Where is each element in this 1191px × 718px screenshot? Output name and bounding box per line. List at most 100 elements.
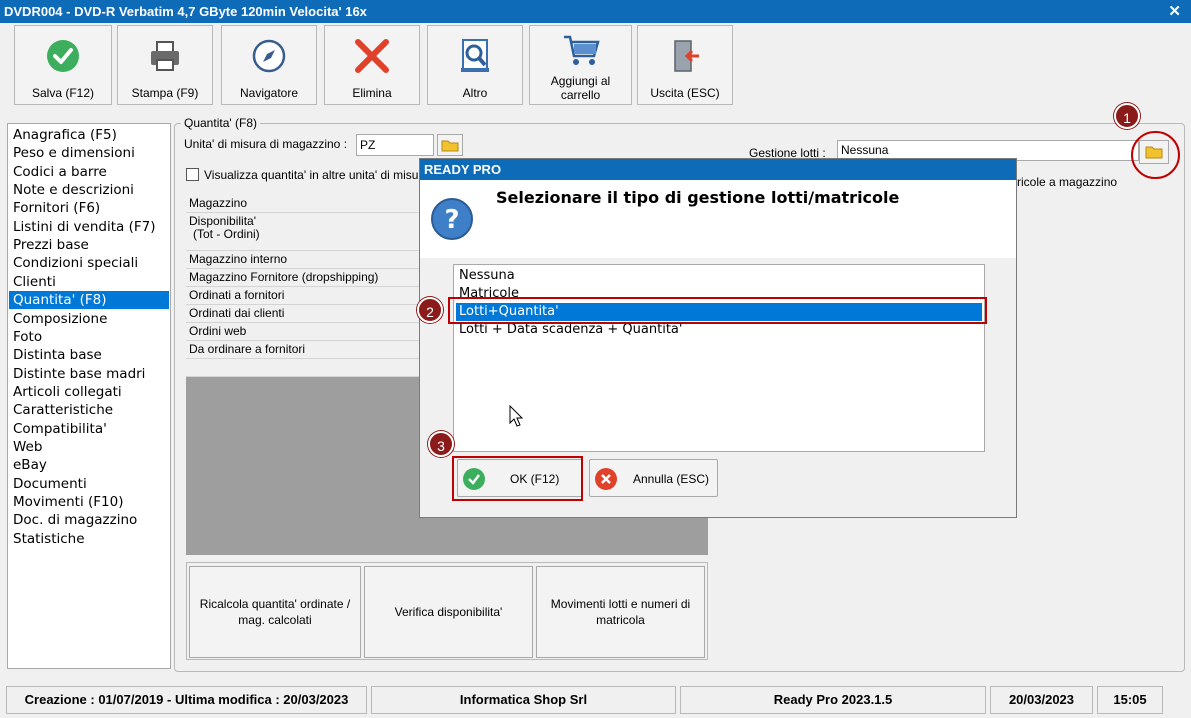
status-dates: Creazione : 01/07/2019 - Ultima modifica… [6,686,367,714]
show-other-units-label: Visualizza quantita' in altre unita' di … [204,168,419,182]
print-button[interactable]: Stampa (F9) [117,25,213,105]
dialog-title: READY PRO [420,159,1016,180]
quantity-grid: Magazzino Disponibilita' (Tot - Ordini) … [186,195,420,555]
sidebar-item-12[interactable]: Distinta base [9,346,169,364]
status-time: 15:05 [1097,686,1163,714]
recalc-line1: Ricalcola quantita' ordinate / [199,597,351,611]
step-badge-2: 2 [417,297,443,323]
status-date: 20/03/2023 [990,686,1093,714]
lot-type-list[interactable]: Nessuna Matricole Lotti+Quantita' Lotti … [453,264,985,452]
save-label: Salva (F12) [31,86,95,100]
exit-door-icon [638,38,732,74]
compass-icon [222,38,316,74]
other-button[interactable]: Altro [427,25,523,105]
exit-button[interactable]: Uscita (ESC) [637,25,733,105]
cart-icon [530,32,631,68]
lot-movements-line2: matricola [596,613,645,627]
sidebar-item-0[interactable]: Anagrafica (F5) [9,126,169,144]
status-version: Ready Pro 2023.1.5 [680,686,986,714]
sidebar-item-2[interactable]: Codici a barre [9,163,169,181]
cancel-button[interactable]: Annulla (ESC) [589,459,718,497]
sidebar-item-3[interactable]: Note e descrizioni [9,181,169,199]
quantity-group-title: Quantita' (F8) [181,116,260,130]
grid-row-ordered-suppliers[interactable]: Ordinati a fornitori [186,287,420,305]
grid-row-ordered-clients[interactable]: Ordinati dai clienti [186,305,420,323]
status-company: Informatica Shop Srl [371,686,676,714]
cancel-circle-icon [595,468,617,490]
mouse-cursor-icon [509,404,525,432]
sidebar-item-11[interactable]: Foto [9,328,169,346]
sidebar-item-22[interactable]: Statistiche [9,530,169,548]
sidebar-item-1[interactable]: Peso e dimensioni [9,144,169,162]
add-to-cart-label: Aggiungi al carrello [530,74,631,102]
sidebar-item-7[interactable]: Condizioni speciali [9,254,169,272]
sidebar-item-20[interactable]: Movimenti (F10) [9,493,169,511]
sidebar-item-10[interactable]: Composizione [9,310,169,328]
navigator-label: Navigatore [239,86,299,100]
sidebar-item-15[interactable]: Caratteristiche [9,401,169,419]
save-button[interactable]: Salva (F12) [14,25,112,105]
lot-movements-line1: Movimenti lotti e numeri di [550,597,691,611]
unit-label: Unita' di misura di magazzino : [184,137,348,151]
dialog-header: ? Selezionare il tipo di gestione lotti/… [420,180,1016,258]
grid-row-to-order[interactable]: Da ordinare a fornitori [186,341,420,359]
add-to-cart-button[interactable]: Aggiungi al carrello [529,25,632,105]
printer-icon [118,38,212,74]
search-document-icon [428,38,522,74]
highlight-box-ok [452,456,583,501]
close-icon[interactable]: ✕ [1168,0,1181,23]
navigator-button[interactable]: Navigatore [221,25,317,105]
add-to-cart-label-line1: Aggiungi al [550,74,611,88]
unit-field[interactable]: PZ [356,134,434,156]
dialog-question: Selezionare il tipo di gestione lotti/ma… [496,188,900,207]
red-x-icon [325,38,419,74]
sidebar-item-18[interactable]: eBay [9,456,169,474]
sidebar-item-13[interactable]: Distinte base madri [9,365,169,383]
title-bar: DVDR004 - DVD-R Verbatim 4,7 GByte 120mi… [0,0,1191,23]
sidebar-item-8[interactable]: Clienti [9,273,169,291]
sidebar-list[interactable]: Anagrafica (F5) Peso e dimensioni Codici a… [7,123,171,669]
sidebar-item-9[interactable]: Quantita' (F8) [9,291,169,310]
show-other-units-checkbox[interactable] [186,168,199,181]
verify-label: Verifica disponibilita' [394,605,503,619]
lot-movements-button[interactable]: Movimenti lotti e numeri di matricola [536,566,705,658]
other-label: Altro [462,86,488,100]
highlight-circle-lots-button [1131,131,1180,179]
check-circle-icon [15,38,111,74]
sidebar-item-5[interactable]: Listini di vendita (F7) [9,218,169,236]
window-title: DVDR004 - DVD-R Verbatim 4,7 GByte 120mi… [4,4,367,19]
grid-row-warehouse[interactable]: Magazzino [186,195,420,213]
grid-row-internal[interactable]: Magazzino interno [186,251,420,269]
sidebar-item-21[interactable]: Doc. di magazzino [9,511,169,529]
verify-button[interactable]: Verifica disponibilita' [364,566,533,658]
sidebar-item-17[interactable]: Web [9,438,169,456]
exit-label: Uscita (ESC) [650,86,720,100]
grid-row-empty [186,359,420,377]
delete-button[interactable]: Elimina [324,25,420,105]
svg-text:?: ? [444,205,459,235]
sidebar-item-16[interactable]: Compatibilita' [9,420,169,438]
question-icon: ? [430,197,474,244]
recalc-line2: mag. calcolati [238,613,312,627]
folder-icon [441,140,459,152]
sidebar-item-6[interactable]: Prezzi base [9,236,169,254]
sidebar-item-14[interactable]: Articoli collegati [9,383,169,401]
grid-row-dropshipping[interactable]: Magazzino Fornitore (dropshipping) [186,269,420,287]
sidebar-item-4[interactable]: Fornitori (F6) [9,199,169,217]
delete-label: Elimina [352,86,392,100]
highlight-box-option [448,297,987,324]
add-to-cart-label-line2: carrello [560,88,601,102]
status-bar: Creazione : 01/07/2019 - Ultima modifica… [0,683,1191,718]
recalc-button[interactable]: Ricalcola quantita' ordinate / mag. calco… [189,566,361,658]
step-badge-3: 3 [428,431,454,457]
grid-row-availability-sub: (Tot - Ordini) [193,227,260,241]
print-label: Stampa (F9) [131,86,199,100]
sidebar-item-19[interactable]: Documenti [9,475,169,493]
step-badge-1: 1 [1114,103,1140,129]
unit-browse-button[interactable] [437,134,463,156]
list-item-none[interactable]: Nessuna [456,267,982,285]
lots-info-text: ricole a magazzino [1017,175,1118,189]
grid-row-availability[interactable]: Disponibilita' (Tot - Ordini) [186,213,420,251]
cancel-label: Annulla (ESC) [633,472,710,486]
grid-row-web-orders[interactable]: Ordini web [186,323,420,341]
